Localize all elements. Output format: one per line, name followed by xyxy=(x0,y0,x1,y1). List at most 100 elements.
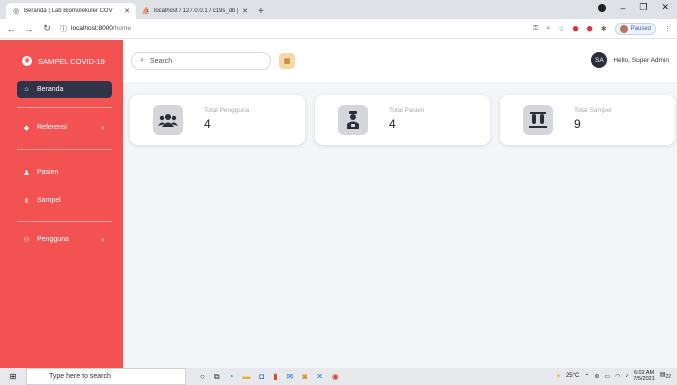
browser-tab-active[interactable]: ◎ Beranda | Lab Biomolekuler COV ✕ xyxy=(6,3,136,19)
topbar: ⌕ Search ▦ SA Hello, Super Admin xyxy=(123,40,677,82)
stat-label: Total Pasien xyxy=(389,107,425,114)
stat-card-sampel: Total Sampel 9 xyxy=(500,95,675,145)
chevron-right-icon: › xyxy=(101,123,104,132)
vials-icon: Ⅱ xyxy=(24,197,29,205)
taskbar-apps: ○ ⧉ ◔ ▬ ◘ ▮ ✉ ◙ ✕ ◉ xyxy=(200,372,339,382)
wifi-icon[interactable]: ◠ xyxy=(615,373,620,380)
sidebar-item-pengguna[interactable]: ⚇ Pengguna › xyxy=(17,231,112,248)
sidebar-item-label: Pengguna xyxy=(37,236,69,243)
sidebar-item-pasien[interactable]: ♟ Pasien xyxy=(17,164,112,181)
user-greeting: Hello, Super Admin xyxy=(613,56,669,64)
chrome-favicon-icon: ◎ xyxy=(12,8,20,15)
vscode-icon[interactable]: ✕ xyxy=(316,372,323,381)
chevron-up-icon[interactable]: ⌃ xyxy=(584,373,589,380)
stat-card-pengguna: Total Pengguna 4 xyxy=(130,95,305,145)
stat-value: 4 xyxy=(204,117,211,131)
search-box[interactable]: ⌕ Search xyxy=(131,52,271,70)
stat-card-pasien: Total Pasien 4 xyxy=(315,95,490,145)
puzzle-icon[interactable]: ✱ xyxy=(601,25,607,33)
sidebar-item-label: Sampel xyxy=(37,197,61,204)
menu-dots-icon[interactable]: ⋮ xyxy=(664,25,671,33)
extension-icons: ⚿ ⌕ ☆ ⬣ ⬢ ✱ Paused ⋮ xyxy=(533,22,671,35)
brand-title: SAMPEL COVID-19 xyxy=(38,56,105,66)
maximize-icon[interactable]: ❐ xyxy=(639,2,647,13)
lock-extension-icon[interactable]: ⬢ xyxy=(587,25,593,33)
grid-icon: ▦ xyxy=(283,58,291,65)
stat-value: 9 xyxy=(574,117,581,131)
sidebar-item-referensi[interactable]: ◆ Referensi › xyxy=(17,119,112,136)
cortana-icon[interactable]: ○ xyxy=(200,372,205,381)
windows-start-icon[interactable]: ⊞ xyxy=(0,372,26,381)
minimize-icon[interactable]: – xyxy=(620,3,625,13)
patient-icon xyxy=(338,105,368,135)
sidebar: ✺ SAMPEL COVID-19 ⌂ Beranda ◆ Referensi … xyxy=(0,40,123,368)
close-tab-icon[interactable]: ✕ xyxy=(124,7,130,15)
stat-label: Total Sampel xyxy=(574,107,612,114)
paused-label: Paused xyxy=(630,25,651,32)
url-path: /home xyxy=(112,25,131,32)
close-tab-icon[interactable]: ✕ xyxy=(242,7,248,15)
stop-extension-icon[interactable]: ⬣ xyxy=(573,25,579,33)
taskbar-search[interactable]: Type here to search xyxy=(26,368,186,385)
star-icon[interactable]: ☆ xyxy=(558,25,564,33)
chrome-icon[interactable]: ◉ xyxy=(332,372,339,381)
clock-date: 7/5/2021 xyxy=(633,376,655,382)
users-icon: ⚇ xyxy=(23,236,30,244)
back-icon[interactable]: ← xyxy=(6,24,16,34)
sidebar-divider xyxy=(17,149,112,150)
zoom-icon[interactable]: ⌕ xyxy=(546,25,550,33)
info-icon[interactable]: ⓘ xyxy=(60,24,67,34)
battery-icon[interactable]: ▭ xyxy=(604,373,610,380)
brand[interactable]: ✺ SAMPEL COVID-19 xyxy=(22,56,105,66)
clock[interactable]: 6:02 AM 7/5/2021 xyxy=(633,370,654,382)
office-icon[interactable]: ▮ xyxy=(273,372,277,381)
close-window-icon[interactable]: ✕ xyxy=(661,2,669,13)
address-bar[interactable]: ⓘ localhost:8000/home xyxy=(60,22,525,36)
store-icon[interactable]: ◘ xyxy=(259,372,264,381)
reload-icon[interactable]: ↻ xyxy=(42,23,52,34)
weather-icon[interactable]: ☀ xyxy=(556,373,561,380)
stat-label: Total Pengguna xyxy=(204,107,250,114)
browser-tab-phpmyadmin[interactable]: ⛵ localhost / 127.0.0.1 / c19s_db | ✕ xyxy=(136,3,254,19)
file-explorer-icon[interactable]: ▬ xyxy=(242,372,250,381)
sidebar-item-label: Pasien xyxy=(37,169,59,176)
avatar[interactable]: SA xyxy=(591,52,608,68)
new-tab-button[interactable]: + xyxy=(258,3,264,19)
sidebar-item-label: Referensi xyxy=(37,124,67,131)
sublime-icon[interactable]: ◙ xyxy=(302,372,307,381)
temperature[interactable]: 25°C xyxy=(566,373,579,379)
profile-icon[interactable] xyxy=(598,3,607,12)
users-icon xyxy=(153,105,183,135)
sidebar-divider xyxy=(17,221,112,222)
profile-paused-button[interactable]: Paused xyxy=(614,22,656,35)
browser-tab-strip: ◎ Beranda | Lab Biomolekuler COV ✕ ⛵ loc… xyxy=(0,0,677,19)
apps-grid-button[interactable]: ▦ xyxy=(279,53,295,69)
mail-icon[interactable]: ✉ xyxy=(287,372,294,381)
window-controls: – ❐ ✕ xyxy=(598,2,669,13)
tab-title: Beranda | Lab Biomolekuler COV xyxy=(24,8,113,14)
notification-count: 22 xyxy=(665,374,671,381)
sidebar-item-beranda[interactable]: ⌂ Beranda xyxy=(17,81,112,98)
search-input[interactable]: Search xyxy=(150,58,172,65)
vials-icon xyxy=(523,105,553,135)
profile-avatar-icon xyxy=(619,24,628,33)
browser-toolbar: ← → ↻ ⓘ localhost:8000/home ⚿ ⌕ ☆ ⬣ ⬢ ✱ … xyxy=(0,19,677,39)
sidebar-item-sampel[interactable]: Ⅱ Sampel xyxy=(17,192,112,209)
stat-value: 4 xyxy=(389,117,396,131)
edge-icon[interactable]: ◔ xyxy=(229,372,234,381)
forward-icon[interactable]: → xyxy=(24,24,34,34)
taskbar-search-input[interactable]: Type here to search xyxy=(49,373,111,380)
network-icon[interactable]: ⊜ xyxy=(594,373,599,380)
sidebar-item-label: Beranda xyxy=(37,86,64,93)
user-icon: ♟ xyxy=(23,169,30,177)
windows-taskbar: ⊞ Type here to search ○ ⧉ ◔ ▬ ◘ ▮ ✉ ◙ ✕ … xyxy=(0,368,677,385)
virus-icon: ✺ xyxy=(22,56,32,66)
user-menu[interactable]: SA Hello, Super Admin xyxy=(591,52,669,68)
task-view-icon[interactable]: ⧉ xyxy=(214,372,220,382)
notification-icon[interactable]: ▤22 xyxy=(660,371,671,380)
volume-icon[interactable]: ♪ xyxy=(625,373,628,379)
system-tray: ☀ 25°C ⌃ ⊜ ▭ ◠ ♪ 6:02 AM 7/5/2021 ▤22 xyxy=(556,370,671,382)
app-area: ✺ SAMPEL COVID-19 ⌂ Beranda ◆ Referensi … xyxy=(0,40,677,368)
url-host: localhost:8000 xyxy=(71,25,113,32)
key-icon[interactable]: ⚿ xyxy=(533,25,538,33)
